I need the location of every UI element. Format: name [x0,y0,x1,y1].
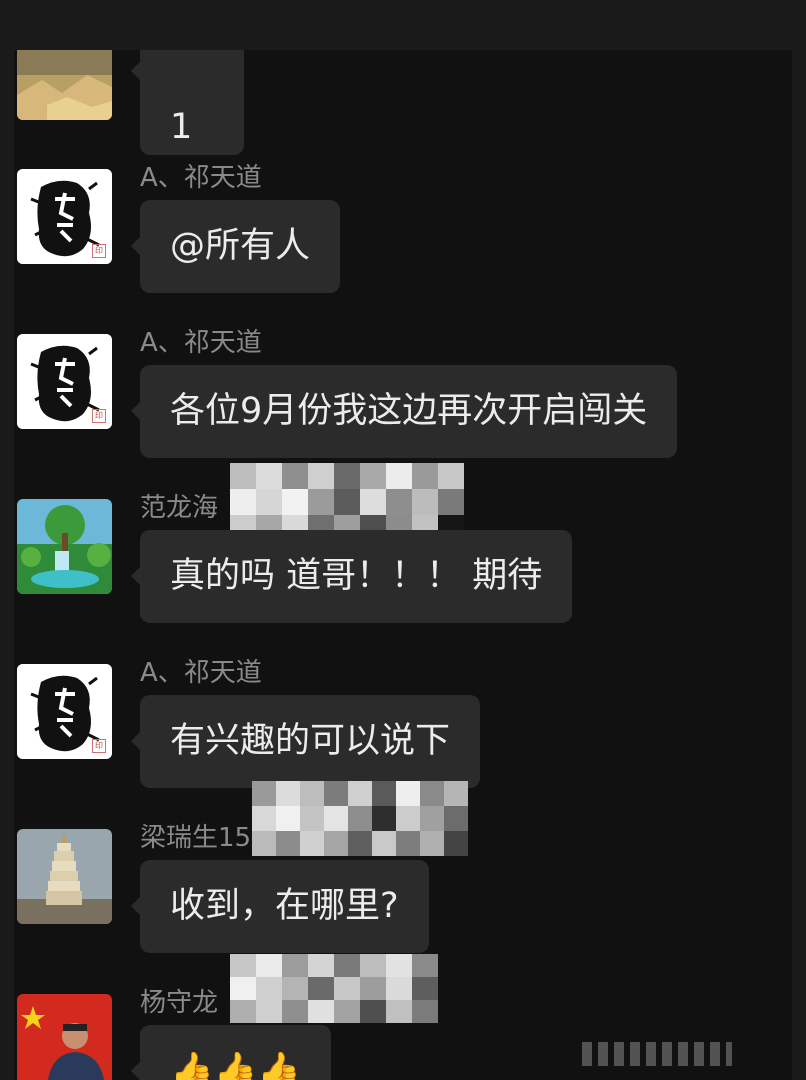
sender-name: A、祁天道 [140,163,262,193]
sender-name: 梁瑞生15 [140,823,252,853]
message-bubble[interactable]: 1 [131,50,244,155]
message-bubble[interactable]: @所有人 [130,200,341,293]
flag-portrait-avatar[interactable] [17,994,112,1080]
message-text: 收到，在哪里? [170,886,399,926]
watermark [582,1042,732,1066]
sender-name: 杨守龙 [140,988,219,1018]
chat-message-list[interactable]: 1 印 A、祁天道 @所有人 印 A、祁天道 各位9月份我这边再次开启闯关 范龙… [14,50,792,1080]
message-text: @所有人 [170,226,311,266]
pixelated-redaction [230,954,438,1023]
pixelated-redaction [252,781,468,856]
tiandao-logo-avatar[interactable]: 印 [17,169,112,264]
message-text: 1 [170,107,193,147]
waterfall-avatar[interactable] [17,499,112,594]
tiandao-logo-avatar[interactable]: 印 [17,334,112,429]
sender-name: 范龙海 [140,493,219,523]
landscape-avatar[interactable] [17,50,112,120]
tiandao-logo-avatar[interactable]: 印 [17,664,112,759]
seal-icon: 印 [92,244,106,258]
seal-icon: 印 [92,739,106,753]
message-text: 各位9月份我这边再次开启闯关 [170,391,648,431]
pagoda-avatar[interactable] [17,829,112,924]
message-bubble[interactable]: 收到，在哪里? [131,860,429,953]
seal-icon: 印 [92,409,106,423]
message-bubble[interactable]: 有兴趣的可以说下 [130,695,481,788]
message-bubble[interactable]: 真的吗 道哥！！！ 期待 [130,530,573,623]
message-bubble[interactable]: 👍👍👍 [131,1025,331,1080]
message-text: 有兴趣的可以说下 [170,721,451,761]
sender-name: A、祁天道 [140,658,262,688]
message-bubble[interactable]: 各位9月份我这边再次开启闯关 [130,365,678,458]
message-text: 👍👍👍 [170,1051,301,1080]
sender-name: A、祁天道 [140,328,262,358]
message-text: 真的吗 道哥！！！ 期待 [170,556,543,596]
